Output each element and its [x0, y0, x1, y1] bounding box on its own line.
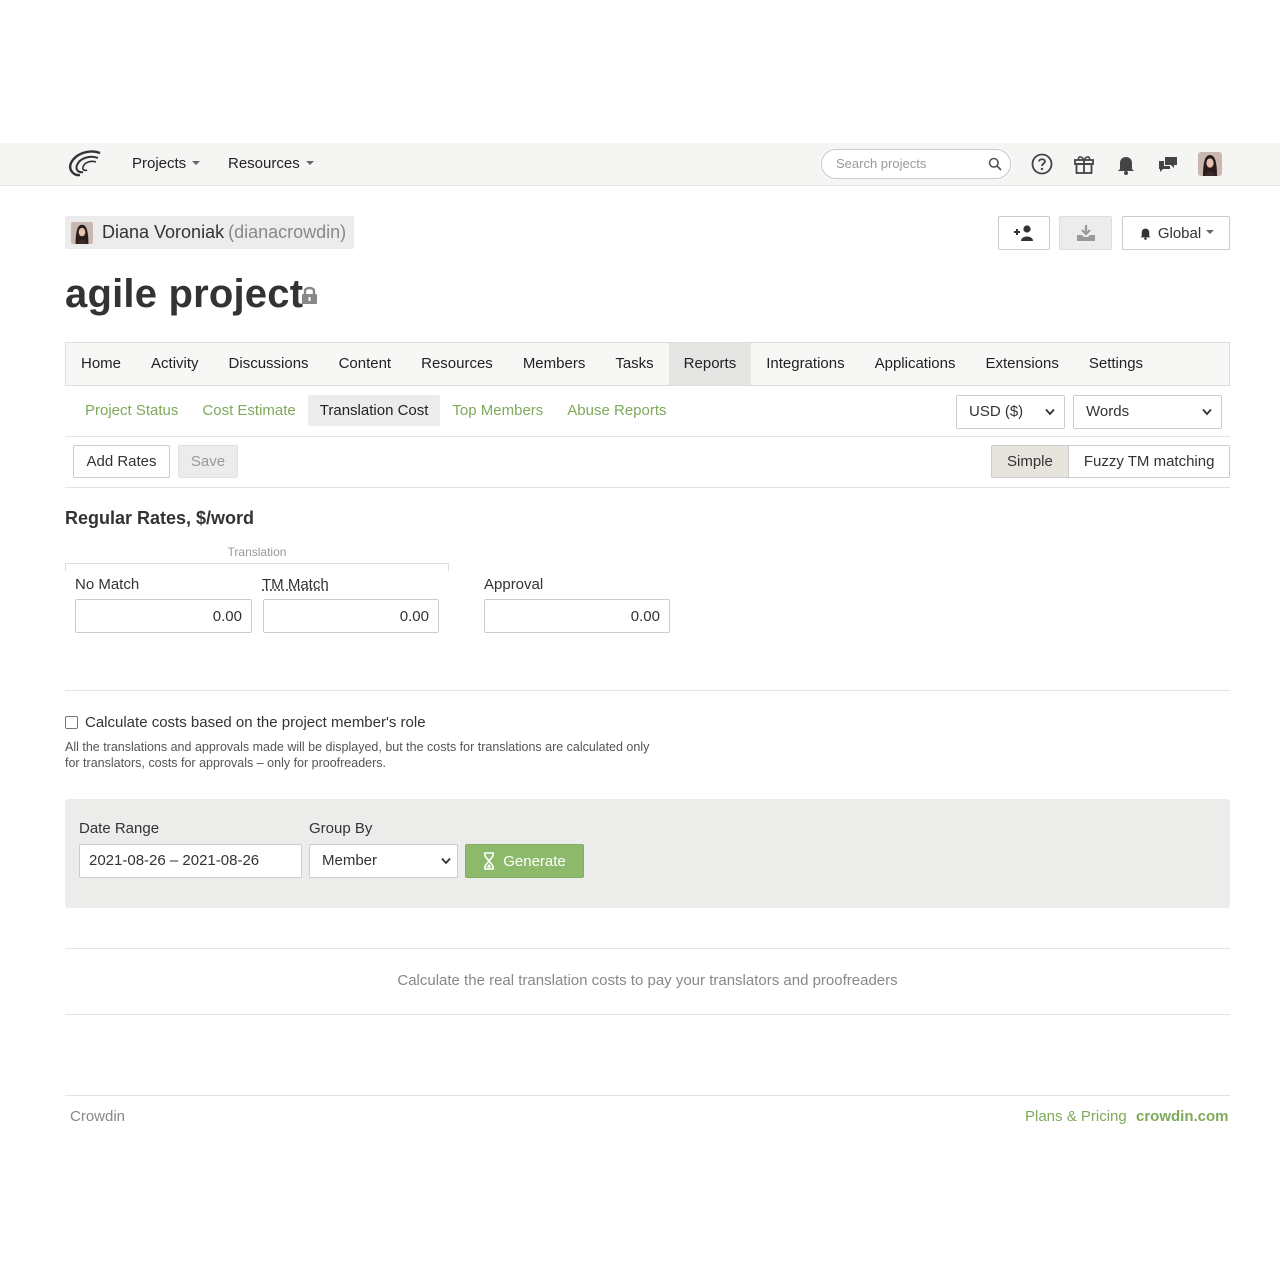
save-label: Save: [190, 453, 226, 470]
unit-value: Words: [1086, 403, 1130, 420]
hourglass-icon: [484, 852, 495, 870]
notifications-scope-label: Global: [1157, 224, 1202, 242]
add-rates-label: Add Rates: [86, 453, 157, 470]
help-icon[interactable]: [1030, 152, 1054, 176]
rate-mode-toggle: Simple Fuzzy TM matching: [991, 445, 1231, 478]
add-rates-button[interactable]: Add Rates: [73, 445, 170, 478]
mode-fuzzy-button[interactable]: Fuzzy TM matching: [1068, 446, 1230, 477]
invite-members-button[interactable]: [998, 216, 1050, 250]
reports-subnav: Project Status Cost Estimate Translation C…: [73, 395, 679, 426]
divider: [65, 948, 1230, 949]
chevron-down-icon: [1206, 230, 1215, 234]
rates-title: Regular Rates, $/word: [65, 508, 255, 528]
tab-discussions[interactable]: Discussions: [214, 343, 324, 385]
group-by-value: Member: [322, 852, 378, 869]
divider: [65, 436, 1230, 437]
chevron-down-icon: [1045, 408, 1055, 416]
generate-button[interactable]: Generate: [465, 844, 584, 878]
chevron-down-icon: [305, 161, 314, 166]
projects-menu-label: Projects: [132, 155, 187, 172]
top-navigation-bar: Projects Resources: [0, 143, 1280, 186]
tab-settings[interactable]: Settings: [1074, 343, 1158, 385]
crowdin-logo[interactable]: [66, 149, 104, 179]
download-button[interactable]: [1059, 216, 1112, 250]
group-by-label: Group By: [309, 820, 373, 837]
bell-icon: [1140, 228, 1151, 240]
approval-rate-input[interactable]: [484, 599, 670, 633]
no-match-label: No Match: [75, 576, 140, 593]
gift-icon[interactable]: [1072, 152, 1096, 176]
translation-group-bracket: [65, 563, 449, 571]
user-avatar[interactable]: [1198, 152, 1222, 176]
mode-simple-button[interactable]: Simple: [992, 446, 1069, 477]
subtab-translation-cost[interactable]: Translation Cost: [307, 395, 441, 426]
owner-name: Diana Voroniak: [102, 222, 225, 242]
tab-resources[interactable]: Resources: [406, 343, 508, 385]
save-button[interactable]: Save: [178, 445, 238, 478]
chevron-down-icon: [441, 857, 451, 865]
approval-label: Approval: [484, 576, 544, 593]
footer-divider: [65, 1095, 1230, 1096]
search-icon[interactable]: [988, 157, 1002, 171]
report-generate-panel: Date Range 2021-08-26 – 2021-08-26 Group…: [65, 799, 1230, 908]
project-tabs: Home Activity Discussions Content Resources M…: [65, 342, 1230, 386]
divider: [65, 1014, 1230, 1015]
owner-login: (dianacrowdin): [228, 222, 347, 242]
messages-icon[interactable]: [1156, 152, 1180, 176]
owner-avatar: [71, 221, 93, 244]
empty-state-message: Calculate the real translation costs to …: [397, 972, 898, 989]
chevron-down-icon: [1202, 408, 1212, 416]
tab-content[interactable]: Content: [324, 343, 407, 385]
tab-activity[interactable]: Activity: [136, 343, 214, 385]
lock-icon: [302, 286, 317, 304]
role-based-cost-checkbox[interactable]: [65, 716, 78, 729]
resources-menu[interactable]: Resources: [228, 155, 314, 172]
search-input[interactable]: [836, 156, 986, 171]
no-match-rate-input[interactable]: [75, 599, 252, 633]
translation-group-label: Translation: [227, 545, 287, 559]
divider: [65, 487, 1230, 488]
project-title: agile project: [65, 272, 304, 316]
tm-match-rate-input[interactable]: [263, 599, 439, 633]
crowdin-site-link[interactable]: crowdin.com: [1136, 1108, 1229, 1125]
tab-home[interactable]: Home: [66, 343, 136, 385]
tab-members[interactable]: Members: [508, 343, 601, 385]
bell-icon[interactable]: [1114, 152, 1138, 176]
subtab-project-status[interactable]: Project Status: [73, 395, 190, 426]
role-based-cost-label: Calculate costs based on the project mem…: [85, 714, 426, 731]
download-icon: [1076, 225, 1095, 241]
subtab-cost-estimate[interactable]: Cost Estimate: [190, 395, 307, 426]
tab-applications[interactable]: Applications: [860, 343, 971, 385]
currency-value: USD ($): [969, 403, 1024, 420]
role-based-cost-option[interactable]: Calculate costs based on the project mem…: [65, 714, 426, 731]
project-owner[interactable]: Diana Voroniak (dianacrowdin): [65, 216, 355, 249]
tm-match-label[interactable]: TM Match: [262, 576, 329, 593]
tab-integrations[interactable]: Integrations: [751, 343, 859, 385]
subtab-top-members[interactable]: Top Members: [440, 395, 555, 426]
tab-extensions[interactable]: Extensions: [970, 343, 1073, 385]
subtab-abuse-reports[interactable]: Abuse Reports: [555, 395, 678, 426]
plans-pricing-link[interactable]: Plans & Pricing: [1025, 1108, 1127, 1125]
projects-menu[interactable]: Projects: [132, 155, 201, 172]
tab-tasks[interactable]: Tasks: [600, 343, 668, 385]
divider: [65, 690, 1230, 691]
notifications-dropdown[interactable]: Global: [1122, 216, 1230, 250]
add-user-icon: [1014, 225, 1033, 241]
date-range-input[interactable]: 2021-08-26 – 2021-08-26: [79, 844, 302, 878]
footer-brand: Crowdin: [70, 1108, 126, 1125]
resources-menu-label: Resources: [228, 155, 300, 172]
generate-label: Generate: [503, 852, 566, 870]
unit-select[interactable]: Words: [1073, 395, 1222, 429]
search-box: [821, 149, 1011, 179]
date-range-label: Date Range: [79, 820, 160, 837]
currency-select[interactable]: USD ($): [956, 395, 1065, 429]
group-by-select[interactable]: Member: [309, 844, 458, 878]
chevron-down-icon: [192, 161, 201, 166]
role-based-cost-hint: All the translations and approvals made …: [65, 740, 650, 770]
tab-reports[interactable]: Reports: [668, 343, 752, 385]
